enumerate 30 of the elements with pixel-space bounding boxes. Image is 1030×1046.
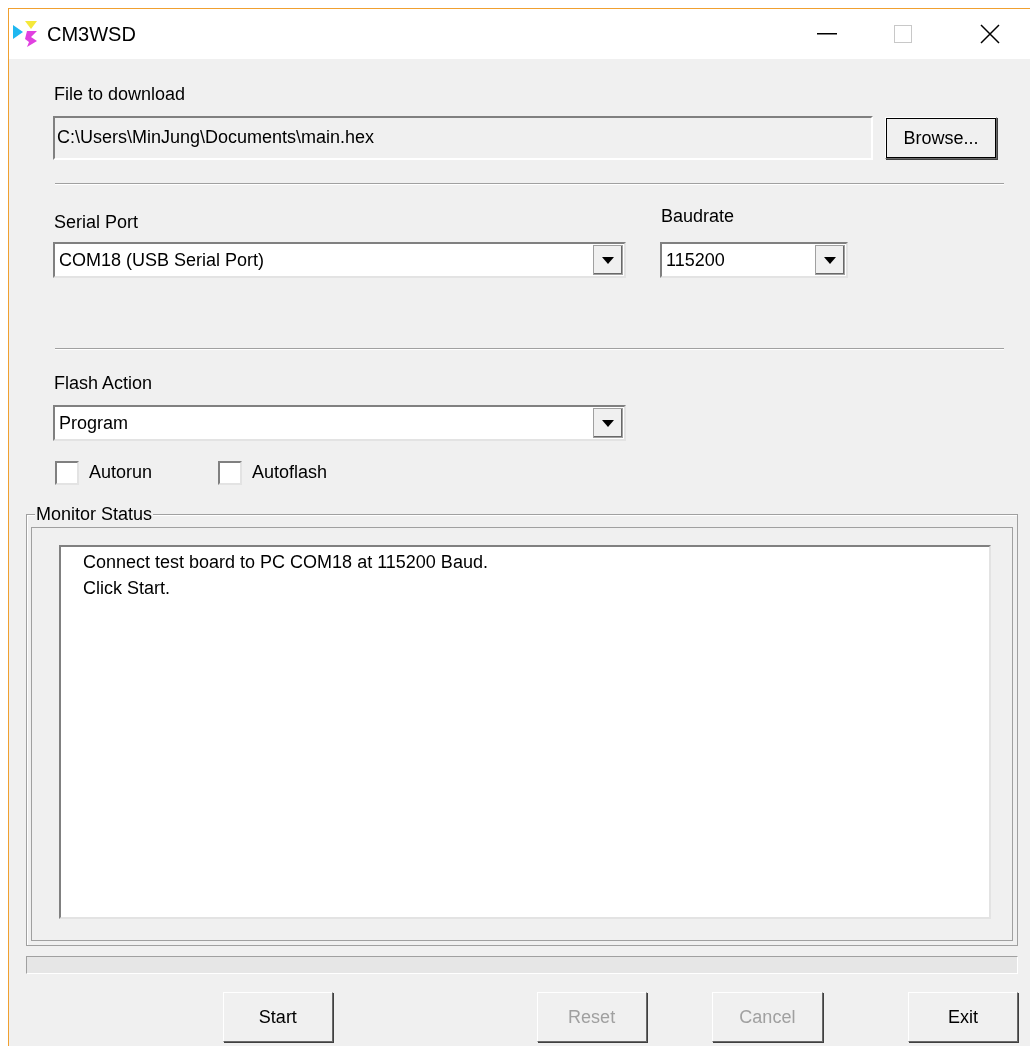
dropdown[interactable]: Program — [53, 405, 626, 441]
dropdown-value: 115200 — [665, 248, 726, 272]
dropdown-value: COM18 (USB Serial Port) — [58, 248, 266, 272]
serial-port-label: Serial Port — [54, 211, 140, 234]
caret-icon — [602, 419, 614, 427]
status-line: Connect test board to PC COM18 at 115200 Baud. — [83, 551, 488, 574]
browse-button[interactable]: Browse... — [885, 117, 997, 159]
dropdown[interactable]: COM18 (USB Serial Port) — [53, 242, 626, 278]
file-path-field[interactable]: C:\Users\MinJung\Documents\main.hex — [53, 116, 873, 160]
checkbox-label[interactable]: Autoflash — [252, 459, 328, 486]
window-title: CM3WSD — [47, 22, 136, 47]
minimize-icon[interactable] — [817, 33, 837, 35]
checkbox-label[interactable]: Autorun — [89, 459, 153, 486]
dialog-button[interactable]: Start — [223, 992, 333, 1042]
status-text-area[interactable]: Connect test board to PC COM18 at 115200 Baud. Click Start. — [59, 545, 991, 919]
flash-action-label: Flash Action — [54, 372, 154, 395]
dialog-button[interactable]: Exit — [908, 992, 1018, 1042]
caret-icon — [824, 256, 836, 264]
file-label: File to download — [54, 83, 187, 106]
dropdown-arrow-button[interactable] — [593, 245, 623, 275]
dropdown-value: Program — [58, 411, 130, 435]
baudrate-label: Baudrate — [661, 205, 736, 228]
close-icon[interactable] — [980, 24, 1000, 44]
checkbox[interactable] — [55, 460, 79, 485]
dropdown-arrow-button[interactable] — [593, 408, 623, 438]
caret-icon — [602, 256, 614, 264]
dropdown-arrow-button[interactable] — [815, 245, 845, 275]
status-line: Click Start. — [83, 577, 170, 600]
dropdown[interactable]: 115200 — [660, 242, 848, 278]
checkbox[interactable] — [218, 460, 243, 485]
